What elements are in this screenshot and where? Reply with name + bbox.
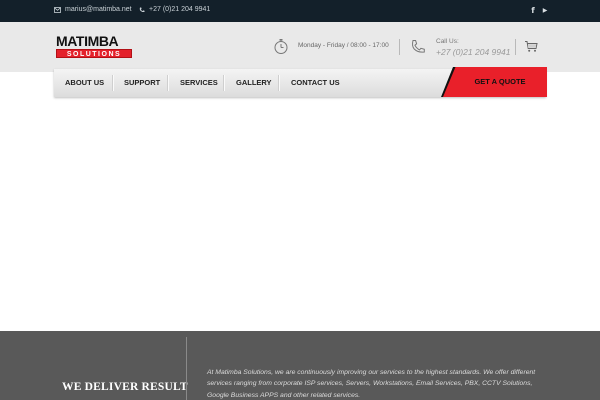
nav-divider <box>278 75 279 91</box>
nav-divider <box>167 75 168 91</box>
get-a-quote-button[interactable]: GET A QUOTE <box>443 67 547 97</box>
phone-handset-icon <box>410 39 426 55</box>
header-divider <box>515 39 516 55</box>
nav-divider <box>112 75 113 91</box>
logo-tagline: SOLUTIONS <box>56 49 132 58</box>
topbar-phone-text: +27 (0)21 204 9941 <box>149 6 211 13</box>
header-divider <box>399 39 400 55</box>
topbar-email[interactable]: marius@matimba.net <box>54 6 132 13</box>
stopwatch-icon <box>273 38 289 55</box>
intro-section: WE DELIVER RESULT At Matimba Solutions, … <box>0 331 600 400</box>
topbar-email-text: marius@matimba.net <box>65 6 132 13</box>
call-us-number[interactable]: +27 (0)21 204 9941 <box>436 47 510 57</box>
nav-support[interactable]: SUPPORT <box>124 69 160 97</box>
nav-gallery[interactable]: GALLERY <box>236 69 272 97</box>
section-divider <box>186 337 187 400</box>
envelope-icon <box>54 6 61 13</box>
top-bar: marius@matimba.net +27 (0)21 204 9941 f … <box>0 0 600 22</box>
call-us-label: Call Us: <box>436 38 459 45</box>
get-a-quote-label: GET A QUOTE <box>474 77 526 86</box>
nav-divider <box>223 75 224 91</box>
intro-paragraph: At Matimba Solutions, we are continuousl… <box>207 369 536 399</box>
cart-icon[interactable] <box>524 40 538 53</box>
nav-about-us[interactable]: ABOUT US <box>65 69 104 97</box>
facebook-icon[interactable]: f <box>528 5 538 16</box>
site-header: MATIMBA SOLUTIONS Monday - Friday / 08:0… <box>0 22 600 72</box>
company-logo[interactable]: MATIMBA SOLUTIONS <box>56 33 134 59</box>
nav-services[interactable]: SERVICES <box>180 69 218 97</box>
section-headline: WE DELIVER RESULT <box>62 381 188 393</box>
business-hours: Monday - Friday / 08:00 - 17:00 <box>298 42 389 49</box>
topbar-phone[interactable]: +27 (0)21 204 9941 <box>139 6 210 13</box>
youtube-icon[interactable]: ▶ <box>540 5 550 16</box>
nav-contact-us[interactable]: CONTACT US <box>291 69 340 97</box>
phone-icon <box>139 7 145 13</box>
logo-wordmark: MATIMBA <box>56 33 119 49</box>
